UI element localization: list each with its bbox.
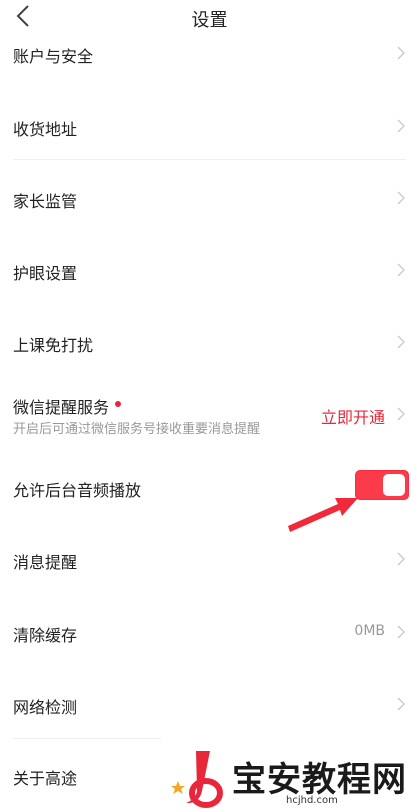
chevron-right-icon (397, 335, 405, 349)
settings-item-parental-control[interactable]: 家长监管 (0, 168, 419, 228)
settings-item-wechat-reminder[interactable]: 微信提醒服务 开启后可通过微信服务号接收重要消息提醒 立即开通 (0, 384, 419, 454)
settings-item-label: 护眼设置 (13, 264, 78, 283)
settings-item-eye-care[interactable]: 护眼设置 (0, 240, 419, 300)
toggle-knob (383, 474, 405, 496)
settings-item-shipping-address[interactable]: 收货地址 (0, 95, 419, 155)
chevron-right-icon (397, 263, 405, 277)
chevron-right-icon (397, 119, 405, 133)
chevron-right-icon (397, 407, 405, 421)
chevron-right-icon (397, 552, 405, 566)
settings-item-label: 允许后台音频播放 (13, 481, 142, 500)
section-divider (13, 159, 406, 160)
settings-item-label: 家长监管 (13, 192, 78, 211)
watermark-text: 宝安教程网 (232, 760, 407, 800)
settings-item-network-check[interactable]: 网络检测 (0, 673, 419, 733)
chevron-right-icon (397, 191, 405, 205)
chevron-right-icon (397, 46, 405, 60)
settings-item-label: 收货地址 (13, 120, 78, 139)
settings-item-class-do-not-disturb[interactable]: 上课免打扰 (0, 312, 419, 372)
annotation-arrow-icon (288, 498, 358, 532)
settings-item-clear-cache[interactable]: 清除缓存 0MB (0, 601, 419, 661)
settings-item-label: 微信提醒服务 (13, 394, 122, 418)
settings-item-label: 上课免打扰 (13, 336, 94, 355)
wechat-reminder-title: 微信提醒服务 (13, 398, 110, 417)
settings-item-label: 关于高途 (13, 769, 78, 788)
settings-item-account-security[interactable]: 账户与安全 (0, 22, 419, 82)
activate-now-button[interactable]: 立即开通 (321, 404, 385, 428)
new-badge-dot (115, 401, 122, 407)
section-divider (13, 738, 161, 739)
watermark-url: hcjhd.com (286, 795, 338, 806)
chevron-right-icon (397, 625, 405, 639)
settings-item-notifications[interactable]: 消息提醒 (0, 528, 419, 588)
settings-item-label: 账户与安全 (13, 47, 94, 66)
settings-item-label: 消息提醒 (13, 553, 78, 572)
cache-size-value: 0MB (354, 623, 385, 639)
settings-item-label: 清除缓存 (13, 626, 78, 645)
settings-item-label: 网络检测 (13, 698, 78, 717)
settings-item-subtitle: 开启后可通过微信服务号接收重要消息提醒 (13, 422, 261, 437)
chevron-right-icon (397, 697, 405, 711)
